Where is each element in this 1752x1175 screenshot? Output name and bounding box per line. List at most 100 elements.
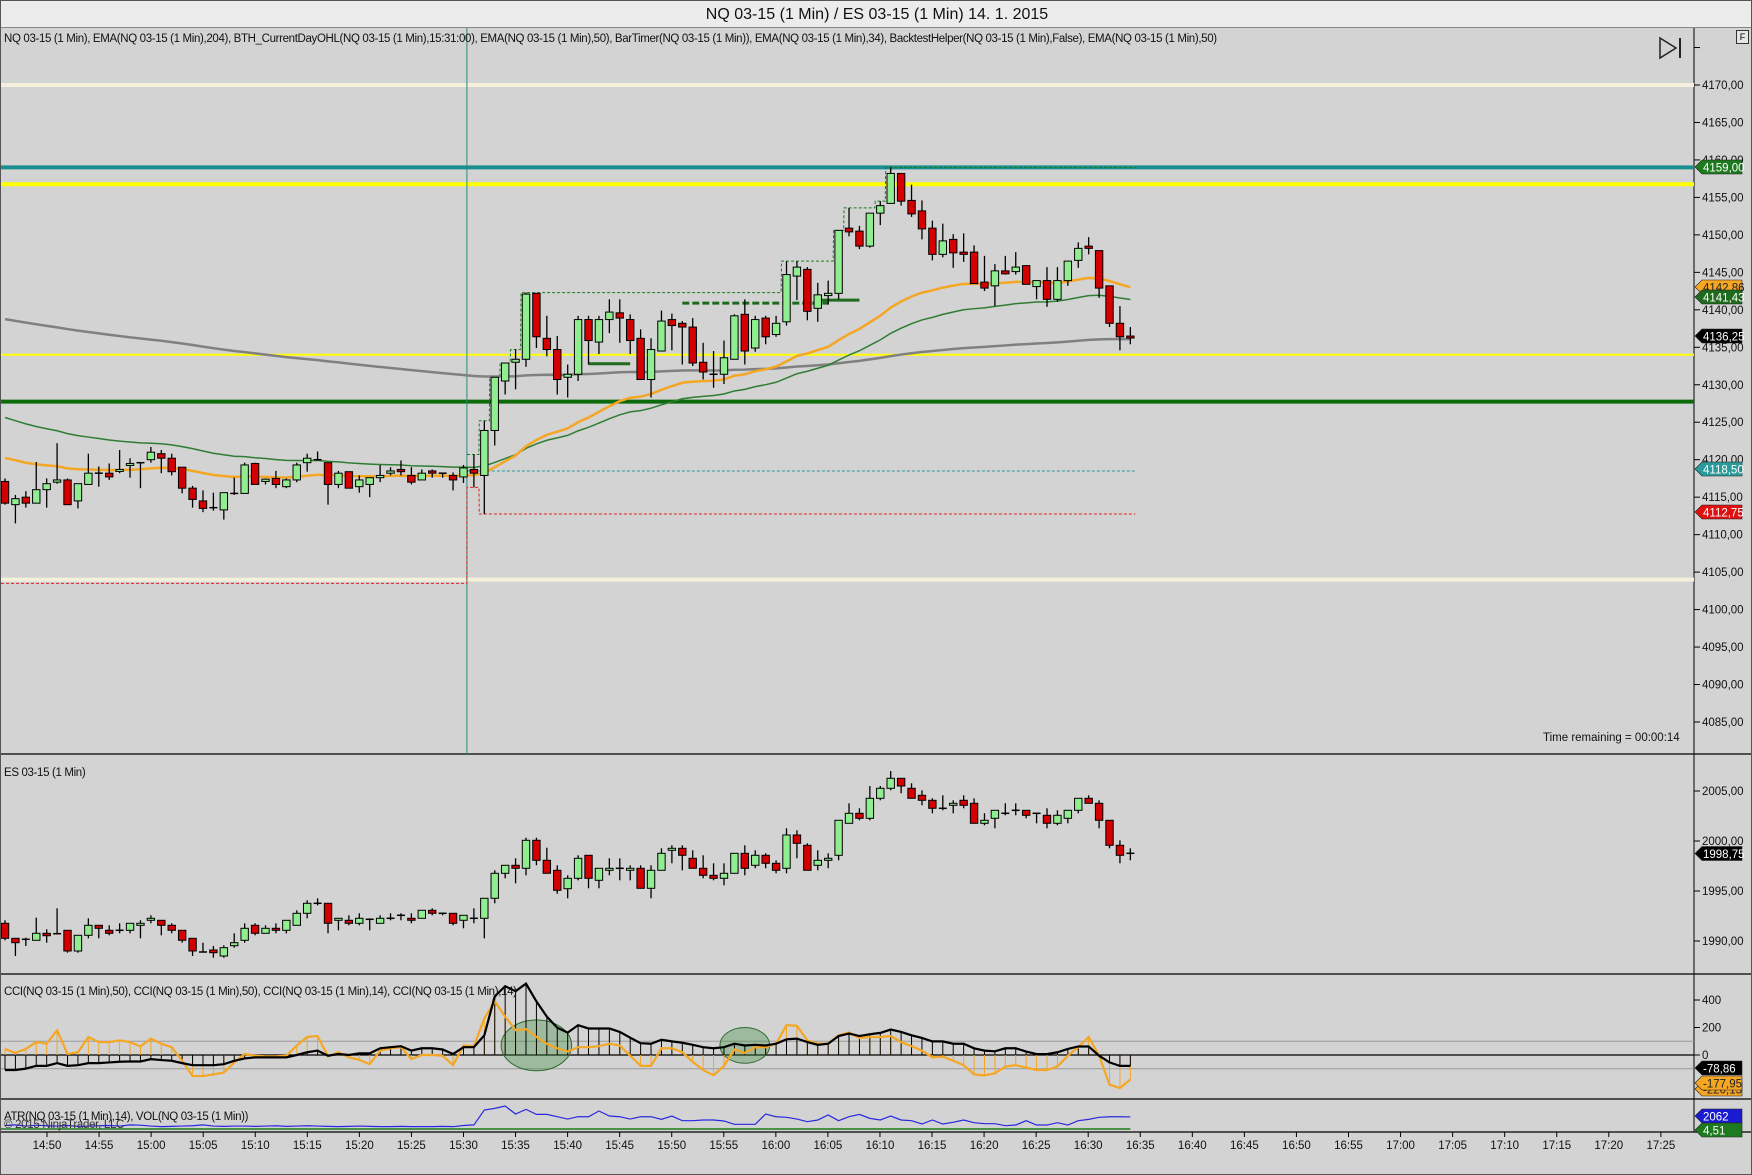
nq-candle <box>115 449 124 474</box>
candle-body <box>261 478 270 482</box>
nq-candle <box>834 229 843 300</box>
time-axis-label: 16:50 <box>1282 1140 1311 1152</box>
candle-body <box>771 862 781 871</box>
candle-body <box>52 479 62 483</box>
nq-candle <box>417 469 427 481</box>
candle-body <box>428 909 437 914</box>
candle-body <box>1032 280 1041 288</box>
es-candle <box>855 808 864 821</box>
candle-body <box>344 471 354 489</box>
candle-body <box>688 857 697 869</box>
nq-candle <box>657 310 666 352</box>
es-candle <box>1021 809 1031 819</box>
nq-candle <box>136 461 145 489</box>
candle-body <box>1063 260 1073 282</box>
candle-body <box>1105 819 1114 846</box>
es-candle <box>615 858 624 881</box>
candle-body <box>969 251 979 285</box>
main-price-axis-label: 4150,00 <box>1702 230 1744 242</box>
candle-body <box>63 929 72 952</box>
main-price-axis-label: 4155,00 <box>1702 192 1744 204</box>
time-axis-label: 16:00 <box>761 1140 790 1152</box>
candle-body <box>1042 814 1052 824</box>
price-flag-text: 1998,75 <box>1703 849 1745 861</box>
nq-candle <box>1011 252 1020 275</box>
candle-body <box>698 867 708 876</box>
candle-body <box>1063 809 1073 819</box>
nq-candle <box>73 483 83 509</box>
candle-body <box>907 787 916 799</box>
es-candle <box>1011 803 1020 816</box>
cci-axis-label: 0 <box>1702 1050 1708 1062</box>
candle-body <box>1042 280 1052 300</box>
candle-body <box>63 479 72 506</box>
current-day-high-line <box>466 166 1136 455</box>
candle-body <box>1053 814 1062 824</box>
candle-body <box>667 319 677 327</box>
nq-candle <box>980 255 989 292</box>
nq-candle <box>1094 250 1104 298</box>
es-candle <box>1115 840 1125 864</box>
candle-body <box>1021 809 1031 816</box>
candle-body <box>500 362 510 382</box>
es-candle <box>105 925 114 936</box>
nq-candle <box>334 470 343 489</box>
es-price-axis-label: 1995,00 <box>1702 886 1744 898</box>
candle-body <box>396 468 406 473</box>
f-button[interactable]: F <box>1736 30 1749 44</box>
candle-body <box>782 274 791 323</box>
candle-body <box>980 281 989 289</box>
candle-body <box>407 917 416 921</box>
es-candle <box>63 929 72 953</box>
candle-body <box>542 859 552 874</box>
main-price-flag: 4159,00 <box>1694 159 1745 175</box>
candle-body <box>302 902 312 914</box>
es-candle <box>532 837 541 866</box>
candle-body <box>969 802 979 824</box>
es-candle <box>657 848 666 871</box>
chart-canvas[interactable]: 4170,004165,004160,004155,004150,004145,… <box>1 1 1752 1175</box>
nq-candle <box>959 233 968 262</box>
es-candle <box>792 830 802 859</box>
time-axis-label: 15:15 <box>293 1140 322 1152</box>
candle-body <box>751 319 760 349</box>
candle-body <box>146 451 156 461</box>
es-candle <box>21 937 30 946</box>
candle-body <box>323 462 333 485</box>
price-flag-text: 4141,43 <box>1703 293 1745 305</box>
es-candle <box>261 925 270 934</box>
nq-candle <box>751 315 760 352</box>
candle-body <box>417 472 427 481</box>
candle-body <box>876 787 885 799</box>
es-candle <box>438 912 447 916</box>
time-axis-label: 17:25 <box>1646 1140 1675 1152</box>
es-candle <box>157 919 166 936</box>
candle-body <box>865 797 875 819</box>
es-candle <box>469 908 478 924</box>
es-candle <box>823 853 833 869</box>
nq-candle <box>573 315 583 382</box>
nq-candle <box>344 471 354 489</box>
time-axis-label: 16:25 <box>1022 1140 1051 1152</box>
nq-candle <box>52 443 62 484</box>
cci-panel <box>1 982 1694 1090</box>
nq-candle <box>63 478 72 506</box>
main-price-axis-label: 4085,00 <box>1702 717 1744 729</box>
nq-candle <box>876 201 885 226</box>
main-price-axis-label: 4145,00 <box>1702 267 1744 279</box>
nq-candle <box>1032 280 1041 300</box>
time-axis-label: 16:55 <box>1334 1140 1363 1152</box>
scroll-to-end-button[interactable] <box>1658 36 1684 60</box>
es-price-axis-label: 2005,00 <box>1702 786 1744 798</box>
nq-candle <box>698 342 708 380</box>
price-flag-text: 4112,75 <box>1703 508 1744 520</box>
candle-body <box>605 867 614 871</box>
es-candle <box>240 923 249 943</box>
es-candle <box>803 843 812 871</box>
price-flag-text: 4,51 <box>1703 1126 1725 1138</box>
candle-body <box>105 472 114 478</box>
es-candle <box>688 850 697 869</box>
nq-candle <box>1021 265 1031 285</box>
candle-body <box>500 864 510 874</box>
candle-body <box>573 857 583 879</box>
